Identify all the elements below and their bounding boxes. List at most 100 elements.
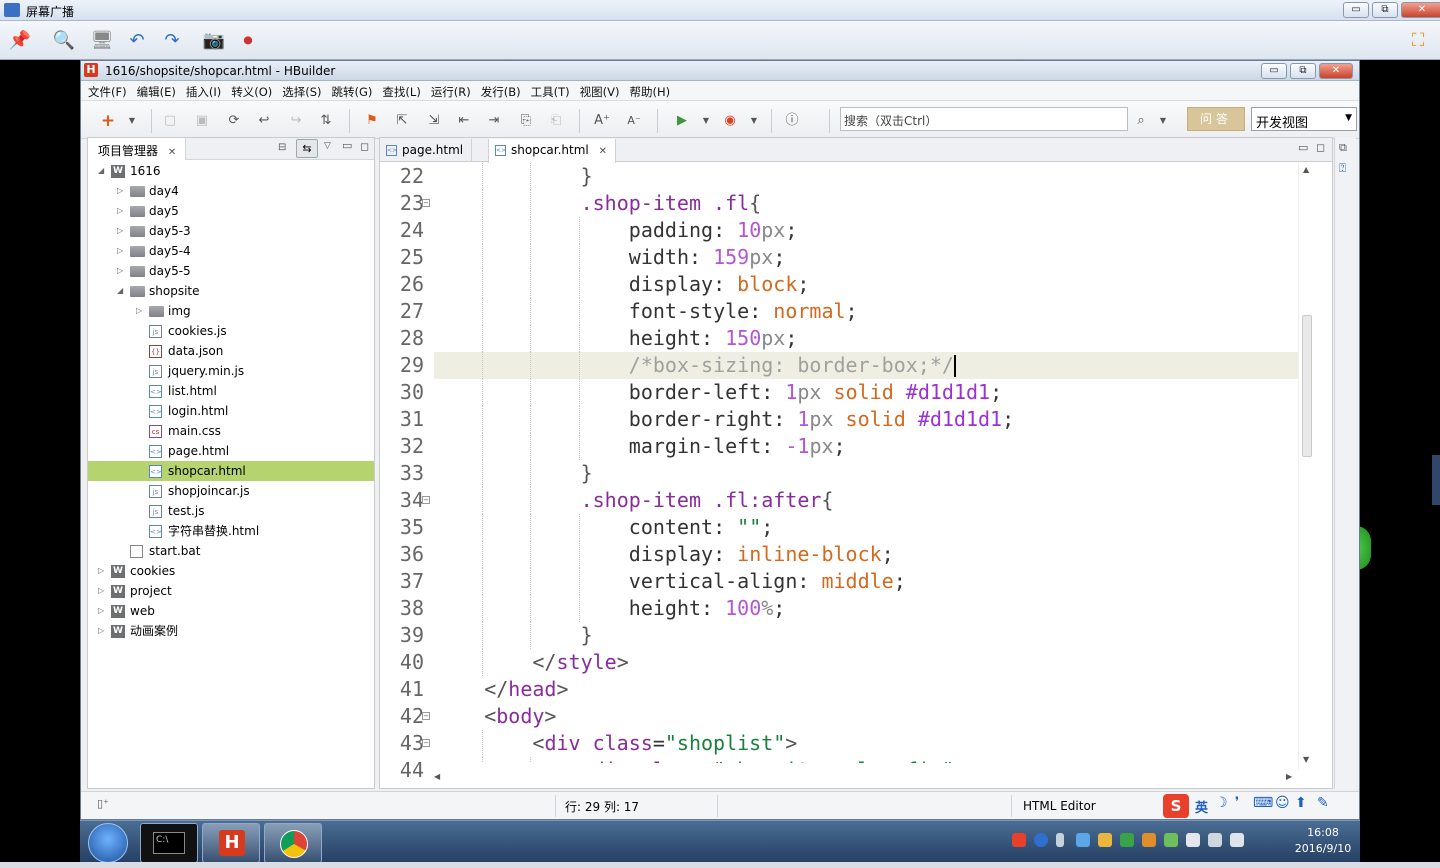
usb-tray-icon[interactable] — [1186, 833, 1200, 847]
tree-item[interactable]: ▷ Wcookies — [88, 561, 374, 581]
code-line[interactable]: border-left: 1px solid #d1d1d1; — [434, 379, 1298, 406]
code-line[interactable]: <div class="shoplist"> — [434, 730, 1298, 757]
search-icon[interactable]: ⌕ — [1132, 112, 1150, 130]
pin-icon[interactable]: 📌 — [8, 29, 32, 53]
scroll-down-icon[interactable]: ▼ — [1303, 755, 1309, 764]
redo-icon[interactable]: ↪ — [287, 112, 305, 130]
tree-item[interactable]: js jquery.min.js — [88, 361, 374, 381]
menu-publish[interactable]: 发行(B) — [478, 81, 528, 100]
tree-item[interactable]: <> 字符串替换.html — [88, 521, 374, 541]
minimize-view-icon[interactable]: ▭ — [342, 139, 352, 152]
code-line[interactable]: <div class="shop-item clearfix"> — [434, 757, 1298, 763]
menu-file[interactable]: 文件(F) — [85, 81, 134, 100]
close-icon[interactable]: ✕ — [168, 147, 176, 158]
fold-toggle-icon[interactable]: − — [422, 199, 430, 207]
taskbar-hbuilder[interactable]: H — [202, 823, 260, 863]
new-file-icon[interactable]: + — [99, 112, 117, 130]
code-line[interactable]: width: 159px; — [434, 244, 1298, 271]
security-tray-icon[interactable] — [1120, 833, 1134, 847]
redo-icon[interactable]: ↷ — [160, 29, 184, 53]
chevron-down-icon[interactable]: ▼ — [745, 112, 763, 130]
maximize-button[interactable]: ⧉ — [1372, 2, 1398, 18]
menu-escape[interactable]: 转义(O) — [228, 81, 279, 100]
new-task-icon[interactable]: ▯⁺ — [97, 797, 109, 810]
font-smaller-icon[interactable]: A⁻ — [625, 112, 643, 130]
code-line[interactable]: content: ""; — [434, 514, 1298, 541]
expanded-twisty-icon[interactable]: ◢ — [117, 281, 123, 301]
link-editor-icon[interactable]: ⇆ — [296, 139, 318, 158]
start-button[interactable] — [88, 823, 128, 863]
code-line[interactable]: height: 150px; — [434, 325, 1298, 352]
view-mode-select[interactable]: 开发视图 ▼ — [1251, 107, 1357, 131]
keyboard-icon[interactable]: ⌨ — [1253, 795, 1273, 811]
collapsed-twisty-icon[interactable]: ▷ — [136, 301, 142, 321]
wrench-icon[interactable]: ✎ — [1317, 795, 1329, 811]
fold-toggle-icon[interactable]: − — [422, 496, 430, 504]
code-line[interactable]: padding: 10px; — [434, 217, 1298, 244]
comment-icon[interactable]: ⎘ — [517, 112, 535, 130]
save-icon[interactable]: ▢ — [161, 112, 179, 130]
scroll-left-icon[interactable]: ◀ — [434, 772, 440, 781]
chevron-down-icon[interactable]: ▽ — [324, 141, 331, 151]
code-line[interactable]: margin-left: -1px; — [434, 433, 1298, 460]
tree-item[interactable]: ▷ day5-3 — [88, 221, 374, 241]
tab-shopcar-html[interactable]: <> shopcar.html ✕ — [488, 139, 616, 163]
open-file-icon[interactable]: ⇱ — [393, 112, 411, 130]
ask-button[interactable]: 问答 — [1187, 107, 1245, 131]
close-button[interactable]: ✕ — [1401, 2, 1440, 18]
help-tray-icon[interactable] — [1034, 833, 1048, 847]
uncomment-icon[interactable]: ⎗ — [547, 112, 565, 130]
tree-item[interactable]: start.bat — [88, 541, 374, 561]
refresh-icon[interactable]: ⟳ — [225, 112, 243, 130]
check-tray-icon[interactable] — [1164, 833, 1178, 847]
collapsed-twisty-icon[interactable]: ▷ — [98, 581, 104, 601]
code-line[interactable]: <body> — [434, 703, 1298, 730]
undo-icon[interactable]: ↶ — [125, 29, 149, 53]
taskbar-chrome[interactable] — [264, 823, 322, 863]
tree-item[interactable]: js cookies.js — [88, 321, 374, 341]
info-icon[interactable]: ⓘ — [783, 112, 801, 130]
vertical-scrollbar[interactable]: ▲ ▼ — [1298, 163, 1314, 769]
tree-item[interactable]: ▷ W 动画案例 — [88, 621, 374, 641]
menu-run[interactable]: 运行(R) — [428, 81, 478, 100]
app-tray-icon[interactable] — [1142, 833, 1156, 847]
tab-page-html[interactable]: <> page.html — [380, 139, 473, 162]
display-tray-icon[interactable] — [1208, 833, 1222, 847]
code-line[interactable]: display: block; — [434, 271, 1298, 298]
tree-item[interactable]: <> list.html — [88, 381, 374, 401]
tree-item[interactable]: ▷ Wproject — [88, 581, 374, 601]
tree-item[interactable]: js test.js — [88, 501, 374, 521]
tree-item[interactable]: js shopjoincar.js — [88, 481, 374, 501]
code-line[interactable]: /*box-sizing: border-box;*/ — [434, 352, 1298, 379]
export-icon[interactable]: ⇲ — [425, 112, 443, 130]
code-line[interactable]: border-right: 1px solid #d1d1d1; — [434, 406, 1298, 433]
user-icon[interactable]: ☺ — [1275, 795, 1290, 811]
collapsed-twisty-icon[interactable]: ▷ — [98, 621, 104, 641]
code-line[interactable]: </style> — [434, 649, 1298, 676]
camera-icon[interactable]: 📷 — [202, 29, 226, 53]
collapsed-twisty-icon[interactable]: ▷ — [117, 201, 123, 221]
collapsed-twisty-icon[interactable]: ▷ — [117, 181, 123, 201]
volume-tray-icon[interactable] — [1230, 833, 1244, 847]
tree-item[interactable]: cs main.css — [88, 421, 374, 441]
collapsed-twisty-icon[interactable]: ▷ — [117, 221, 123, 241]
code-line[interactable]: .shop-item .fl{ — [434, 190, 1298, 217]
tray-arrow-icon[interactable] — [1056, 833, 1064, 847]
goto-end-icon[interactable]: ⇥ — [485, 112, 503, 130]
menu-tools[interactable]: 工具(T) — [528, 81, 577, 100]
chevron-down-icon[interactable]: ▼ — [1154, 112, 1172, 130]
menu-help[interactable]: 帮助(H) — [627, 81, 678, 100]
scroll-right-icon[interactable]: ▶ — [1286, 772, 1292, 781]
bookmark-icon[interactable]: ⚑ — [363, 112, 381, 130]
collapsed-twisty-icon[interactable]: ▷ — [117, 241, 123, 261]
menu-edit[interactable]: 编辑(E) — [134, 81, 183, 100]
hb-close-button[interactable]: ✕ — [1319, 63, 1353, 79]
code-line[interactable]: display: inline-block; — [434, 541, 1298, 568]
tree-item[interactable]: ▷ day5 — [88, 201, 374, 221]
shirt-icon[interactable]: ⬆ — [1295, 795, 1307, 811]
code-area[interactable]: } .shop-item .fl{padding: 10px; width: 159… — [434, 163, 1298, 763]
chevron-down-icon[interactable]: ▼ — [123, 112, 141, 130]
punctuation-icon[interactable]: ❜ — [1235, 795, 1239, 810]
maximize-view-icon[interactable]: ◻ — [1316, 141, 1325, 154]
run-icon[interactable]: ▶ — [673, 112, 691, 130]
